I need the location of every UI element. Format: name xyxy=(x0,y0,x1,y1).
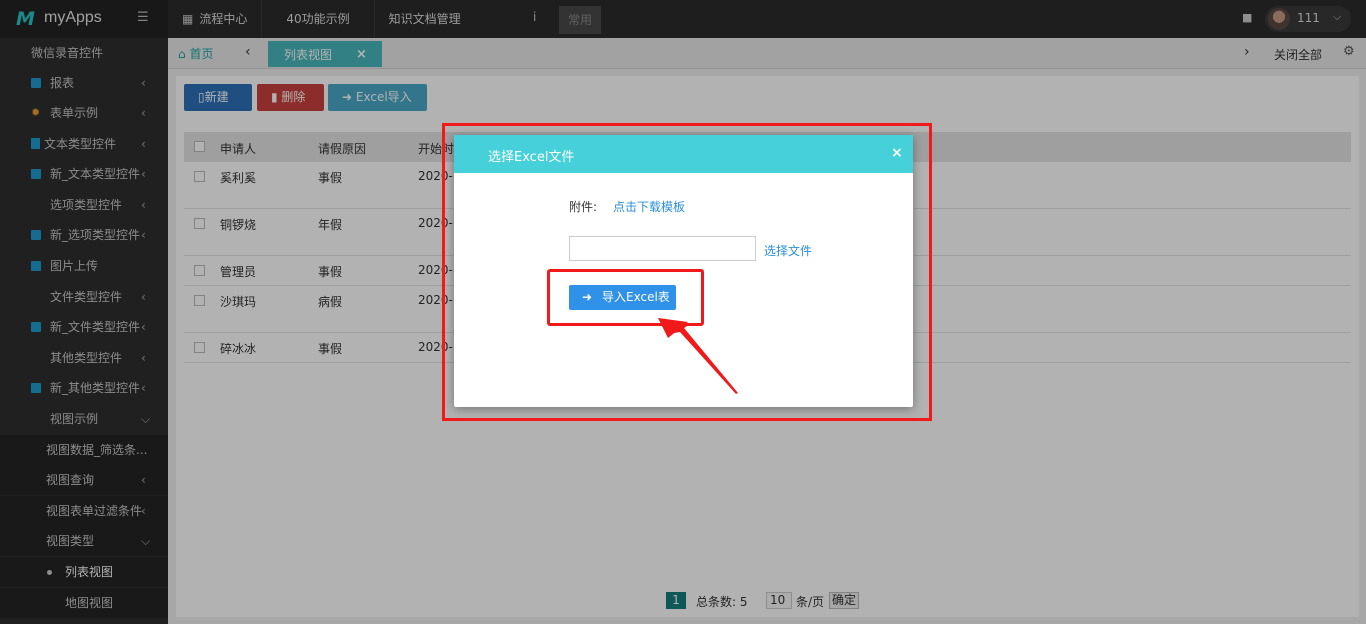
annotation-arrow-icon xyxy=(658,316,738,394)
